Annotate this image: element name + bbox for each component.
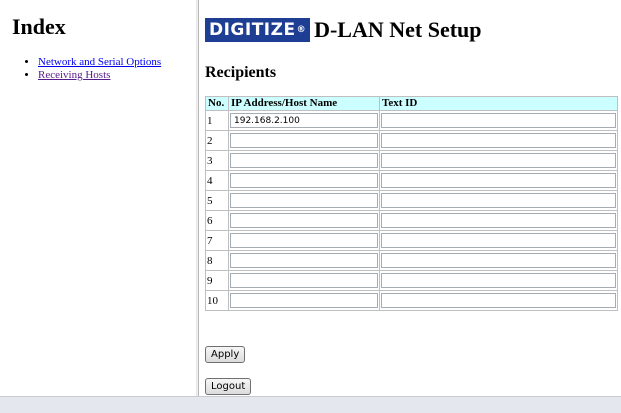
text-id-input[interactable] <box>381 153 616 168</box>
table-row: 4 <box>205 170 618 191</box>
row-number: 1 <box>205 110 229 131</box>
table-row: 5 <box>205 190 618 211</box>
logo-text: DIGITIZE <box>209 20 296 40</box>
ip-address-input[interactable] <box>230 193 378 208</box>
row-number: 10 <box>205 290 229 311</box>
ip-address-input[interactable] <box>230 273 378 288</box>
text-id-input[interactable] <box>381 273 616 288</box>
text-id-cell <box>379 110 618 131</box>
text-id-cell <box>379 230 618 251</box>
index-item-receiving: Receiving Hosts <box>38 69 161 82</box>
ip-address-cell <box>228 150 380 171</box>
text-id-input[interactable] <box>381 213 616 228</box>
table-row: 8 <box>205 250 618 271</box>
text-id-cell <box>379 170 618 191</box>
ip-address-cell <box>228 230 380 251</box>
table-row: 3 <box>205 150 618 171</box>
ip-address-cell <box>228 190 380 211</box>
column-header-ip: IP Address/Host Name <box>228 96 380 111</box>
ip-address-input[interactable] <box>230 133 378 148</box>
table-row: 10 <box>205 290 618 311</box>
ip-address-input[interactable] <box>230 233 378 248</box>
column-header-text-id: Text ID <box>379 96 618 111</box>
table-row: 2 <box>205 130 618 151</box>
column-header-no: No. <box>205 96 229 111</box>
index-title: Index <box>12 14 66 39</box>
index-item-network: Network and Serial Options <box>38 56 161 69</box>
ip-address-input[interactable] <box>230 213 378 228</box>
table-row: 1 <box>205 110 618 131</box>
row-number: 2 <box>205 130 229 151</box>
table-header-row: No. IP Address/Host Name Text ID <box>205 96 618 111</box>
ip-address-cell <box>228 110 380 131</box>
ip-address-cell <box>228 130 380 151</box>
table-row: 9 <box>205 270 618 291</box>
ip-address-cell <box>228 210 380 231</box>
apply-button[interactable]: Apply <box>205 346 246 363</box>
logout-button[interactable]: Logout <box>205 378 252 395</box>
ip-address-input[interactable] <box>230 253 378 268</box>
row-number: 3 <box>205 150 229 171</box>
text-id-cell <box>379 130 618 151</box>
row-number: 6 <box>205 210 229 231</box>
ip-address-input[interactable] <box>230 113 378 128</box>
text-id-cell <box>379 190 618 211</box>
ip-address-cell <box>228 290 380 311</box>
network-serial-options-link[interactable]: Network and Serial Options <box>38 56 161 68</box>
ip-address-cell <box>228 170 380 191</box>
ip-address-cell <box>228 250 380 271</box>
row-number: 7 <box>205 230 229 251</box>
ip-address-input[interactable] <box>230 293 378 308</box>
table-row: 7 <box>205 230 618 251</box>
page-header: DIGITIZE ® D-LAN Net Setup <box>205 14 482 46</box>
text-id-input[interactable] <box>381 113 616 128</box>
page-title: D-LAN Net Setup <box>314 17 482 42</box>
receiving-hosts-link[interactable]: Receiving Hosts <box>38 69 110 81</box>
text-id-cell <box>379 150 618 171</box>
text-id-input[interactable] <box>381 133 616 148</box>
row-number: 5 <box>205 190 229 211</box>
text-id-input[interactable] <box>381 173 616 188</box>
recipients-table: No. IP Address/Host Name Text ID 1234567… <box>205 96 618 311</box>
ip-address-cell <box>228 270 380 291</box>
text-id-cell <box>379 290 618 311</box>
index-frame: Index Network and Serial Options Receivi… <box>0 0 196 396</box>
section-title: Recipients <box>205 64 277 81</box>
index-nav: Network and Serial Options Receiving Hos… <box>24 56 161 82</box>
table-row: 6 <box>205 210 618 231</box>
text-id-cell <box>379 270 618 291</box>
setup-frame: DIGITIZE ® D-LAN Net Setup Recipients No.… <box>199 0 621 396</box>
ip-address-input[interactable] <box>230 153 378 168</box>
text-id-input[interactable] <box>381 233 616 248</box>
text-id-input[interactable] <box>381 253 616 268</box>
row-number: 4 <box>205 170 229 191</box>
row-number: 8 <box>205 250 229 271</box>
window-bottom-bar <box>0 396 621 413</box>
registered-mark: ® <box>296 24 307 35</box>
text-id-cell <box>379 210 618 231</box>
text-id-cell <box>379 250 618 271</box>
text-id-input[interactable] <box>381 293 616 308</box>
ip-address-input[interactable] <box>230 173 378 188</box>
text-id-input[interactable] <box>381 193 616 208</box>
digitize-logo: DIGITIZE ® <box>205 18 311 42</box>
row-number: 9 <box>205 270 229 291</box>
